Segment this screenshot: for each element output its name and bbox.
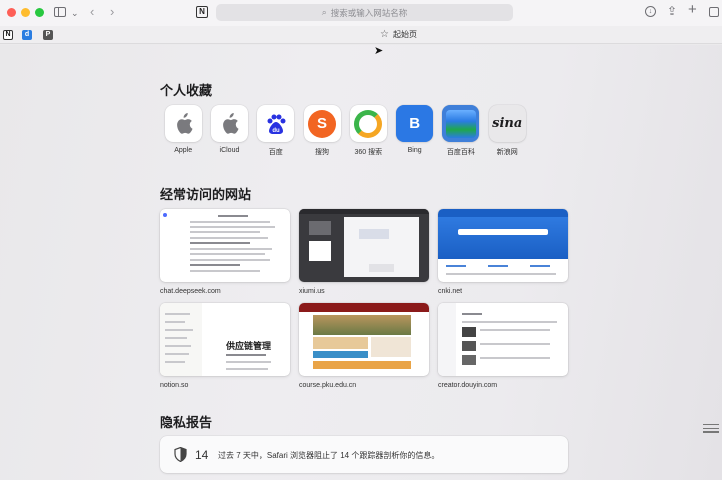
favorite-icloud[interactable]: iCloud	[206, 105, 252, 157]
site-label: xiumi.us	[299, 288, 325, 295]
notion-page-title: 供应链管理	[226, 341, 272, 351]
trackers-count: 14	[195, 448, 209, 462]
mouse-cursor-icon: ➤	[374, 45, 384, 57]
baidu-icon: du	[257, 105, 295, 142]
favorite-notion-icon[interactable]: N	[3, 30, 13, 40]
share-icon[interactable]: ⇪	[667, 5, 677, 17]
minimize-window-button[interactable]	[21, 8, 30, 17]
new-tab-button[interactable]: +	[688, 2, 697, 17]
favorite-p-icon[interactable]: P	[43, 30, 53, 40]
favorite-baidu[interactable]: du 百度	[253, 105, 299, 157]
favorites-grid: Apple iCloud du 百度 S 搜狗 360 搜索 B Bing 百度…	[160, 105, 530, 157]
site-thumbnail	[299, 209, 429, 282]
frequent-section-title: 经常访问的网站	[160, 187, 252, 202]
site-thumbnail	[438, 303, 568, 376]
forward-button[interactable]: ›	[110, 5, 114, 18]
baike-icon	[442, 105, 480, 142]
tab-overview-icon[interactable]	[709, 7, 719, 17]
frequent-site-douyin[interactable]: creator.douyin.com	[438, 303, 568, 389]
sogou-icon: S	[303, 105, 341, 142]
favorites-bar: N d P ☆ 起始页	[0, 26, 722, 44]
sina-icon: sina	[488, 105, 526, 142]
favorite-apple[interactable]: Apple	[160, 105, 206, 157]
sogou-glyph: S	[308, 109, 337, 138]
page-favicon-icon: N	[196, 6, 208, 18]
favorite-bing[interactable]: B Bing	[391, 105, 437, 157]
site-thumbnail	[438, 209, 568, 282]
privacy-section-title: 隐私报告	[160, 415, 213, 430]
apple-icon	[210, 105, 248, 142]
shield-icon	[174, 447, 187, 462]
favorite-sina[interactable]: sina 新浪网	[484, 105, 530, 157]
apple-icon	[164, 105, 202, 142]
sidebar-toggle-icon[interactable]	[54, 7, 66, 17]
favorite-label: Bing	[407, 147, 422, 154]
bing-icon: B	[396, 105, 434, 142]
favorite-label: 百度	[268, 149, 283, 156]
favorite-baike[interactable]: 百度百科	[438, 105, 484, 157]
search-icon: ⌕	[321, 7, 327, 17]
frequent-site-cnki[interactable]: cnki.net	[438, 209, 568, 295]
browser-toolbar: ⌄ ‹ › N ⌕ 搜索或输入网站名称 ↓ ⇪ +	[0, 0, 722, 26]
favorite-label: 搜狗	[315, 149, 330, 156]
frequent-site-deepseek[interactable]: chat.deepseek.com	[160, 209, 290, 295]
favorite-label: 百度百科	[446, 149, 475, 156]
window-controls	[7, 8, 44, 17]
favorite-label: 新浪网	[496, 149, 518, 156]
site-label: chat.deepseek.com	[160, 288, 221, 295]
chevron-down-icon[interactable]: ⌄	[71, 7, 79, 19]
favorite-deepseek-icon[interactable]: d	[22, 30, 32, 40]
address-bar[interactable]: ⌕ 搜索或输入网站名称	[216, 4, 513, 21]
close-window-button[interactable]	[7, 8, 16, 17]
favorite-sogou[interactable]: S 搜狗	[299, 105, 345, 157]
site-thumbnail: 供应链管理	[160, 303, 290, 376]
star-icon: ☆	[380, 29, 389, 40]
favorite-360[interactable]: 360 搜索	[345, 105, 391, 157]
address-bar-placeholder: 搜索或输入网站名称	[330, 7, 408, 18]
tab-start-page[interactable]: ☆ 起始页	[380, 29, 417, 40]
favorite-label: iCloud	[219, 147, 240, 154]
frequent-site-xiumi[interactable]: xiumi.us	[299, 209, 429, 295]
downloads-icon[interactable]: ↓	[645, 6, 656, 17]
zoom-window-button[interactable]	[35, 8, 44, 17]
site-label: course.pku.edu.cn	[299, 382, 357, 389]
site-label: creator.douyin.com	[438, 382, 498, 389]
baidu-glyph: du	[272, 128, 280, 134]
360-icon	[349, 105, 387, 142]
privacy-report-card[interactable]: 14 过去 7 天中，Safari 浏览器阻止了 14 个跟踪器剖析你的信息。	[160, 436, 568, 473]
favorite-label: Apple	[174, 147, 193, 154]
privacy-summary: 过去 7 天中，Safari 浏览器阻止了 14 个跟踪器剖析你的信息。	[218, 451, 440, 460]
site-label: cnki.net	[438, 288, 463, 295]
site-thumbnail	[299, 303, 429, 376]
site-label: notion.so	[160, 382, 189, 389]
frequent-site-notion[interactable]: 供应链管理 notion.so	[160, 303, 290, 389]
favorites-section-title: 个人收藏	[160, 83, 213, 98]
customize-start-page-icon[interactable]	[703, 424, 719, 434]
tab-label: 起始页	[392, 30, 417, 39]
site-thumbnail	[160, 209, 290, 282]
favorite-label: 360 搜索	[354, 149, 383, 156]
back-button[interactable]: ‹	[90, 5, 94, 18]
frequent-site-pku[interactable]: course.pku.edu.cn	[299, 303, 429, 389]
